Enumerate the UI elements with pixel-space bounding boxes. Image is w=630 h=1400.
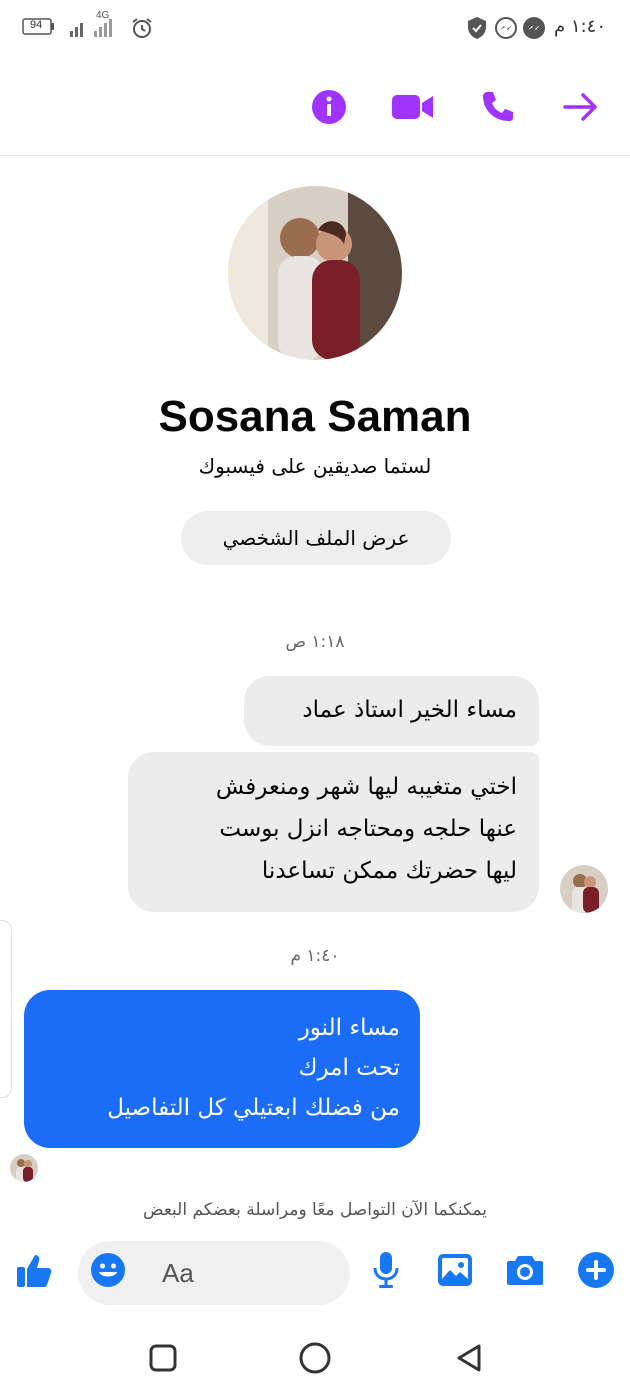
back-triangle-icon[interactable] [449,1338,489,1378]
battery-level: 94 [30,19,43,31]
network-type: 4G [96,10,110,21]
message-timestamp: ١:٤٠ م [290,946,340,966]
emoji-icon[interactable] [88,1250,128,1290]
alarm-icon [130,16,154,44]
friendship-status: لستما صديقين على فيسبوك [198,454,432,478]
recents-square-icon[interactable] [143,1338,183,1378]
message-line: مساء النور [298,1015,400,1041]
conversation-header [0,58,630,156]
side-edge-handle[interactable] [0,920,12,1098]
message-timestamp: ١:١٨ ص [285,632,345,652]
shield-icon [466,16,488,44]
outgoing-message[interactable]: مساء النور تحت امرك من فضلك ابعتيلي كل ا… [24,990,420,1148]
incoming-message[interactable]: اختي متغيبه ليها شهر ومنعرفش عنها حلجه و… [128,752,539,912]
phone-icon[interactable] [472,82,522,132]
home-circle-icon[interactable] [295,1338,335,1378]
view-profile-button[interactable]: عرض الملف الشخصي [181,511,451,565]
status-time: ١:٤٠ م [554,16,606,37]
sender-avatar[interactable] [560,865,608,913]
connection-notice: يمكنكما الآن التواصل معًا ومراسلة بعضكم … [143,1200,487,1220]
camera-icon[interactable] [505,1250,545,1290]
like-icon[interactable] [14,1250,54,1290]
message-line: اختي متغيبه ليها شهر ومنعرفش [215,774,517,800]
profile-avatar[interactable] [228,186,402,360]
message-line: تحت امرك [298,1055,400,1081]
plus-icon[interactable] [576,1250,616,1290]
microphone-icon[interactable] [366,1250,406,1290]
video-icon[interactable] [388,82,438,132]
message-line: عنها حلجه ومحتاجه انزل بوست [219,816,517,842]
message-placeholder: Aa [162,1258,194,1288]
message-line: من فضلك ابعتيلي كل التفاصيل [107,1095,400,1121]
read-receipt-avatar [10,1154,38,1182]
messenger-outline-icon [494,16,518,44]
profile-name: Sosana Saman [158,392,472,441]
status-bar: 94 4G ١:٤٠ م [0,0,630,58]
message-line: ليها حضرتك ممكن تساعدنا [261,858,517,884]
message-text: مساء الخير استاذ عماد [302,697,517,723]
battery-icon: 94 [22,18,56,35]
back-arrow-icon[interactable] [556,82,606,132]
info-icon[interactable] [304,82,354,132]
gallery-icon[interactable] [435,1250,475,1290]
messenger-icon [522,16,546,44]
incoming-message[interactable]: مساء الخير استاذ عماد [244,676,539,746]
